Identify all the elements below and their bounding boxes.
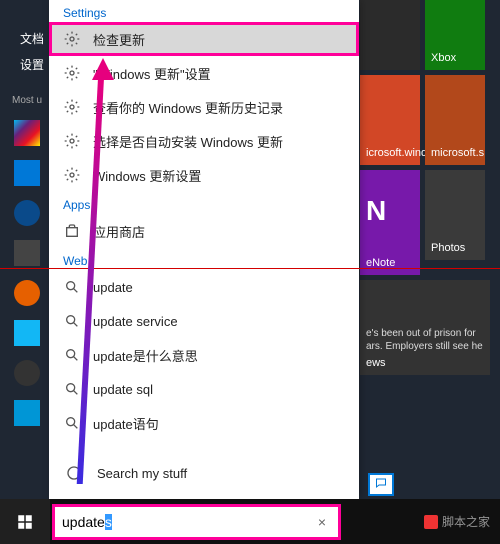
live-tiles-area: Xbox icrosoft.windo microsoft.s NeNote P… — [360, 0, 500, 499]
tile-onenote[interactable]: NeNote — [360, 170, 420, 275]
result-update-history[interactable]: 查看你的 Windows 更新历史记录 — [49, 90, 359, 124]
taskbar-search-box[interactable]: updates × — [54, 506, 339, 538]
gear-icon — [63, 30, 81, 48]
result-label: update sql — [93, 382, 153, 397]
search-my-stuff[interactable]: Search my stuff — [49, 454, 359, 492]
tile-label: microsoft.s — [431, 147, 479, 159]
news-headline: e's been out of prison for ars. Employer… — [366, 323, 484, 357]
tile-office2[interactable]: microsoft.s — [425, 75, 485, 165]
app-icon-firefox[interactable] — [14, 280, 40, 306]
search-text-prefix: update — [62, 514, 105, 530]
search-icon — [63, 278, 81, 296]
store-icon — [63, 222, 81, 240]
tile-xbox[interactable]: Xbox — [425, 0, 485, 70]
result-web[interactable]: update service — [49, 304, 359, 338]
search-icon — [63, 346, 81, 364]
category-web: Web — [49, 248, 359, 270]
pinned-item[interactable]: 设置 — [20, 56, 44, 73]
app-icon-qq[interactable] — [14, 320, 40, 346]
category-settings: Settings — [49, 0, 359, 22]
app-icon-mail[interactable] — [14, 160, 40, 186]
start-screen-bg: 文档 设置 Most u Xbox icrosoft.windo microso… — [0, 0, 500, 544]
result-label: 查看你的 Windows 更新历史记录 — [93, 98, 283, 117]
gear-icon — [63, 132, 81, 150]
tile-label: eNote — [366, 257, 414, 269]
app-icon-game[interactable] — [14, 360, 40, 386]
tile-photos[interactable]: Photos — [425, 170, 485, 260]
tile-generic[interactable] — [360, 0, 420, 70]
feedback-icon[interactable] — [368, 473, 394, 496]
app-icon-hp[interactable] — [14, 400, 40, 426]
result-web[interactable]: update语句 — [49, 406, 359, 440]
search-results-panel: Settings 检查更新 "Windows 更新"设置 查看你的 Window… — [49, 0, 359, 499]
result-label: Windows 更新设置 — [93, 166, 201, 185]
tile-label: Photos — [431, 242, 479, 254]
result-store[interactable]: 应用商店 — [49, 214, 359, 248]
result-label: update service — [93, 314, 178, 329]
tile-label: Xbox — [431, 52, 479, 64]
category-apps: Apps — [49, 192, 359, 214]
gear-icon — [63, 98, 81, 116]
tile-label: ews — [366, 357, 484, 369]
result-update-settings2[interactable]: Windows 更新设置 — [49, 158, 359, 192]
app-icon-settings[interactable] — [14, 240, 40, 266]
result-label: 检查更新 — [93, 30, 145, 49]
result-label: update是什么意思 — [93, 346, 198, 365]
search-text-selection: s — [105, 514, 112, 530]
most-used-label: Most u — [12, 95, 42, 106]
result-label: "Windows 更新"设置 — [93, 64, 211, 83]
tile-office[interactable]: icrosoft.windo — [360, 75, 420, 165]
app-icon-edge[interactable] — [14, 200, 40, 226]
onenote-icon: N — [366, 195, 414, 227]
result-label: update — [93, 280, 133, 295]
start-button[interactable] — [0, 499, 50, 544]
result-windows-update-settings[interactable]: "Windows 更新"设置 — [49, 56, 359, 90]
pinned-item[interactable]: 文档 — [20, 30, 44, 47]
tile-label: icrosoft.windo — [366, 147, 414, 159]
search-icon — [63, 380, 81, 398]
start-left-column: 文档 设置 Most u — [0, 0, 50, 499]
result-auto-install[interactable]: 选择是否自动安装 Windows 更新 — [49, 124, 359, 158]
result-label: 应用商店 — [93, 222, 145, 241]
cortana-icon — [63, 462, 85, 484]
search-icon — [63, 414, 81, 432]
clear-search-button[interactable]: × — [313, 514, 331, 530]
result-web[interactable]: update — [49, 270, 359, 304]
result-label: 选择是否自动安装 Windows 更新 — [93, 132, 283, 151]
app-icon-tips[interactable] — [14, 120, 40, 146]
result-label: Search my stuff — [97, 466, 187, 481]
result-label: update语句 — [93, 414, 159, 433]
gear-icon — [63, 64, 81, 82]
search-icon — [63, 312, 81, 330]
result-web[interactable]: update是什么意思 — [49, 338, 359, 372]
result-check-updates[interactable]: 检查更新 — [49, 22, 359, 56]
gear-icon — [63, 166, 81, 184]
result-web[interactable]: update sql — [49, 372, 359, 406]
tile-news[interactable]: e's been out of prison for ars. Employer… — [360, 280, 490, 375]
taskbar: updates × — [0, 499, 500, 544]
